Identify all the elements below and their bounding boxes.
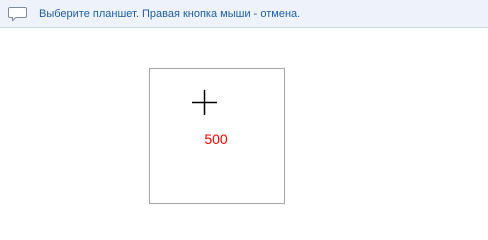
prompt-message: Выберите планшет. Правая кнопка мыши - о… bbox=[39, 8, 301, 20]
layout-select-screen: Выберите планшет. Правая кнопка мыши - о… bbox=[0, 0, 488, 240]
command-prompt-bar: Выберите планшет. Правая кнопка мыши - о… bbox=[0, 0, 488, 28]
speech-bubble-icon bbox=[8, 6, 28, 22]
layout-viewport[interactable]: 500 bbox=[149, 68, 285, 204]
scale-label: 500 bbox=[204, 131, 228, 147]
crosshair-icon bbox=[192, 90, 217, 115]
